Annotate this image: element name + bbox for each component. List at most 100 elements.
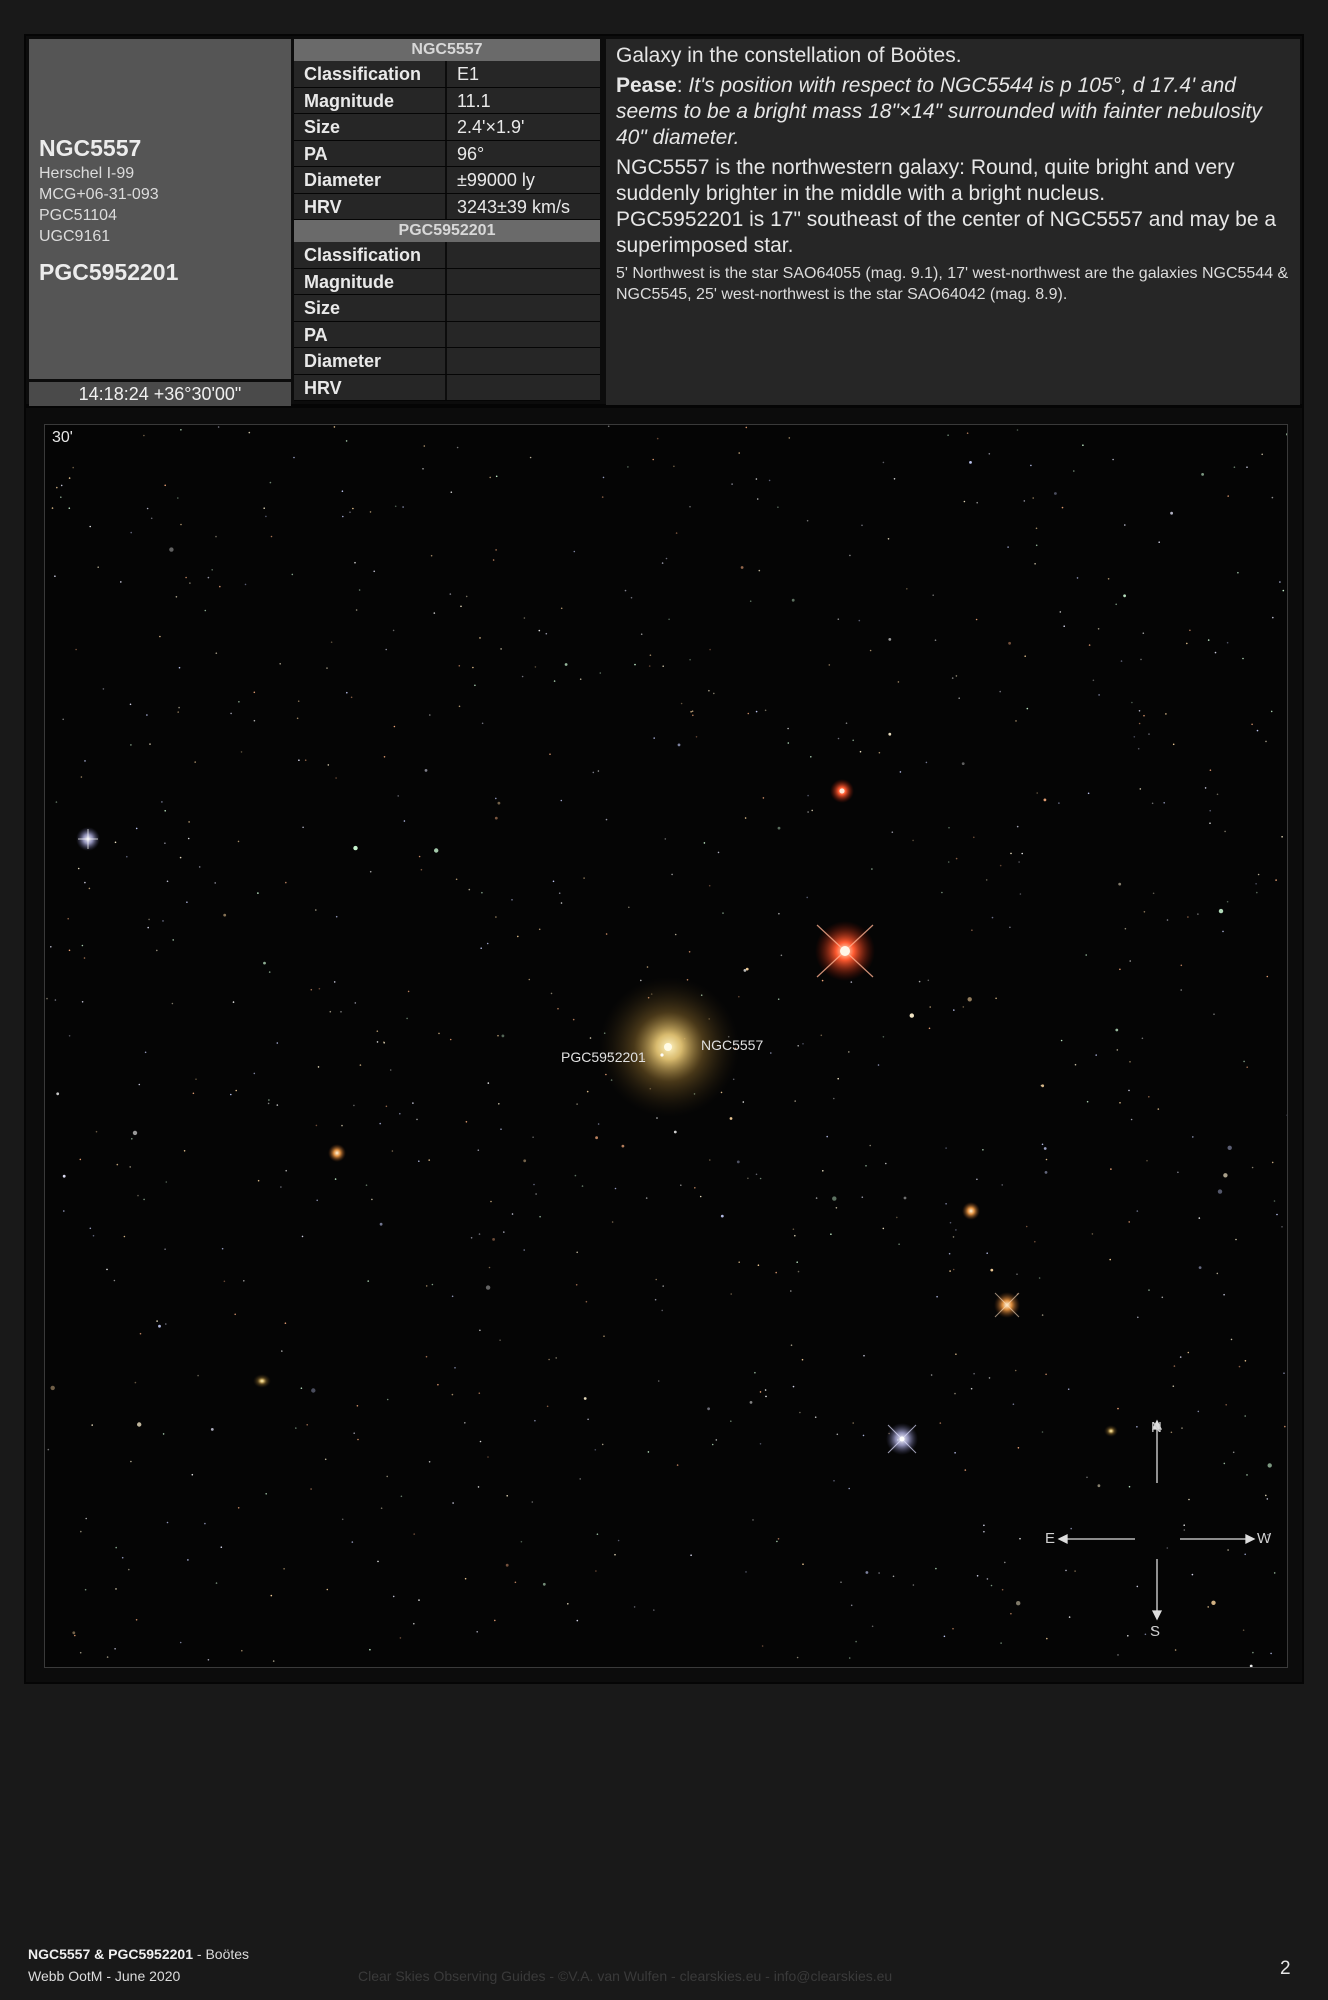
table1-row: Diameter ±99000 ly bbox=[294, 167, 600, 194]
background-star bbox=[533, 1183, 535, 1186]
background-star bbox=[948, 1252, 951, 1255]
table2-row: Size bbox=[294, 295, 600, 322]
background-star bbox=[1267, 1463, 1272, 1468]
background-star bbox=[146, 714, 148, 716]
background-star bbox=[699, 1195, 702, 1198]
background-star bbox=[966, 432, 969, 434]
background-star bbox=[1097, 1484, 1101, 1488]
background-star bbox=[465, 1121, 468, 1123]
background-star bbox=[596, 1533, 599, 1535]
background-star bbox=[833, 1480, 835, 1482]
background-star bbox=[792, 1228, 795, 1230]
background-star bbox=[1148, 1289, 1150, 1291]
background-star bbox=[545, 632, 548, 635]
background-star bbox=[489, 476, 492, 479]
background-star bbox=[855, 1640, 857, 1643]
background-star bbox=[189, 582, 191, 584]
background-star bbox=[134, 1381, 137, 1384]
background-star bbox=[1095, 1054, 1097, 1056]
background-star bbox=[755, 1173, 758, 1176]
background-star bbox=[392, 1595, 395, 1598]
background-star bbox=[135, 1619, 138, 1621]
galaxy-nucleus bbox=[664, 1043, 672, 1051]
background-star bbox=[1197, 1410, 1200, 1413]
row-label: Classification bbox=[294, 61, 447, 87]
background-star bbox=[46, 997, 48, 1000]
background-star bbox=[478, 1233, 481, 1235]
background-star bbox=[1173, 1365, 1176, 1367]
background-star bbox=[1265, 1494, 1267, 1497]
background-star bbox=[848, 1051, 850, 1053]
background-star bbox=[302, 826, 304, 829]
background-star bbox=[177, 497, 179, 499]
yellow-galaxy-lower-right bbox=[1104, 1425, 1118, 1437]
background-star bbox=[114, 1648, 116, 1650]
alias-herschel: Herschel I-99 bbox=[39, 165, 135, 182]
background-star bbox=[745, 426, 748, 429]
background-star bbox=[1249, 1664, 1253, 1667]
background-star bbox=[230, 712, 232, 715]
background-star bbox=[349, 511, 351, 513]
background-star bbox=[353, 1104, 355, 1107]
background-star bbox=[158, 1324, 161, 1328]
background-star bbox=[113, 1279, 116, 1282]
background-star bbox=[1046, 1637, 1048, 1640]
table2-row: HRV bbox=[294, 374, 600, 401]
background-star bbox=[257, 892, 259, 894]
background-star bbox=[165, 1181, 168, 1183]
background-star bbox=[674, 933, 677, 936]
background-star bbox=[84, 1588, 87, 1591]
row-value bbox=[447, 321, 600, 347]
background-star bbox=[346, 691, 348, 694]
row-label: Diameter bbox=[294, 348, 447, 374]
background-star bbox=[161, 801, 163, 803]
table1-title: NGC5557 bbox=[294, 39, 600, 61]
background-star bbox=[802, 1563, 804, 1565]
background-star bbox=[581, 1185, 584, 1187]
background-star bbox=[755, 710, 758, 713]
background-star bbox=[1070, 1527, 1072, 1530]
background-star bbox=[494, 816, 498, 820]
background-star bbox=[301, 1235, 304, 1238]
background-star bbox=[1233, 466, 1236, 468]
orange-star-right bbox=[994, 1292, 1020, 1318]
background-star bbox=[732, 1078, 735, 1081]
background-star bbox=[83, 957, 86, 959]
background-star bbox=[115, 1588, 117, 1590]
fov-label: 30' bbox=[52, 429, 73, 446]
background-star bbox=[1226, 641, 1229, 644]
background-star bbox=[207, 1659, 210, 1661]
background-star bbox=[601, 1443, 604, 1446]
background-star bbox=[1270, 710, 1273, 713]
description-intro: Galaxy in the constellation of Boötes. bbox=[616, 44, 962, 67]
background-star bbox=[1065, 1569, 1067, 1572]
background-star bbox=[534, 1419, 536, 1422]
background-star bbox=[1073, 470, 1075, 472]
background-star bbox=[1128, 1221, 1130, 1223]
background-star bbox=[821, 979, 824, 982]
background-star bbox=[740, 566, 744, 569]
background-star bbox=[293, 456, 295, 459]
background-star bbox=[501, 1034, 505, 1038]
background-star bbox=[449, 593, 452, 595]
background-star bbox=[947, 861, 950, 863]
row-value bbox=[447, 268, 600, 294]
background-star bbox=[952, 1268, 955, 1271]
background-star bbox=[376, 1041, 379, 1043]
compass-s: S bbox=[1150, 1623, 1161, 1640]
table1-row: PA 96° bbox=[294, 140, 600, 167]
background-star bbox=[438, 1032, 440, 1035]
background-star bbox=[235, 1089, 237, 1092]
background-star bbox=[1232, 1451, 1235, 1454]
background-star bbox=[62, 1174, 66, 1178]
background-star bbox=[1016, 1273, 1018, 1275]
background-star bbox=[1242, 1629, 1245, 1631]
background-star bbox=[162, 1433, 165, 1435]
background-star bbox=[1136, 1426, 1138, 1428]
background-star bbox=[983, 1524, 985, 1527]
footer-title: NGC5557 & PGC5952201 - Boötes bbox=[28, 1946, 249, 1962]
background-star bbox=[802, 1043, 804, 1045]
background-star bbox=[1165, 713, 1167, 715]
background-star bbox=[837, 618, 840, 620]
background-star bbox=[1266, 1498, 1269, 1500]
